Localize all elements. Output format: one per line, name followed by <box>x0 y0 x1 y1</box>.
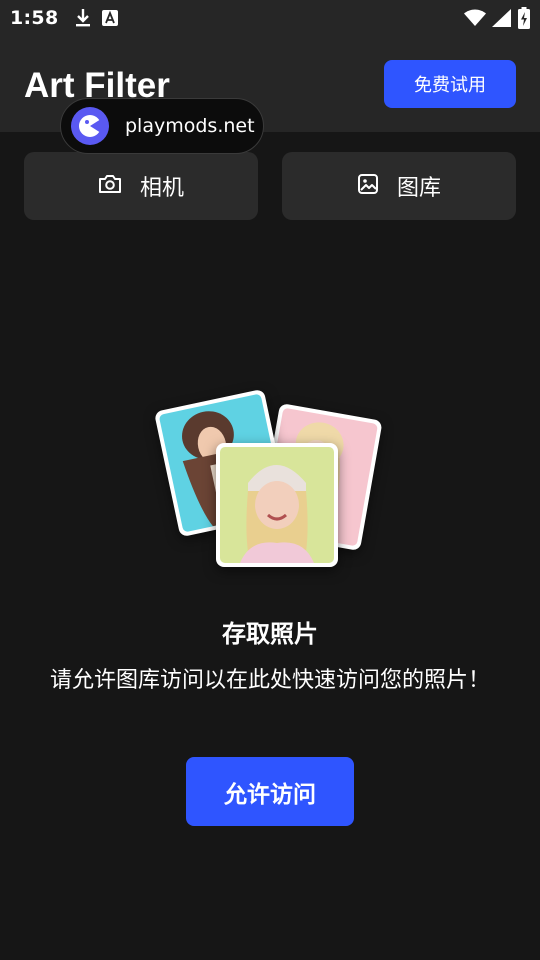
camera-button[interactable]: 相机 <box>24 152 258 220</box>
status-notification-icons <box>74 8 119 28</box>
image-icon <box>357 173 379 199</box>
watermark-text: playmods.net <box>125 115 255 137</box>
permission-title: 存取照片 <box>222 620 318 648</box>
battery-charging-icon <box>518 7 530 29</box>
camera-label: 相机 <box>139 176 184 201</box>
wifi-icon <box>464 9 486 27</box>
status-system-icons <box>464 7 530 29</box>
font-a-icon <box>102 10 119 26</box>
gallery-label: 图库 <box>396 176 441 201</box>
app-screen: 1:58 Art Filter 免费试用 playmods.net 相机 图库 … <box>0 0 540 960</box>
status-bar: 1:58 <box>0 0 540 36</box>
photos-illustration <box>150 385 390 575</box>
camera-icon <box>98 173 122 199</box>
watermark-badge: playmods.net <box>60 98 264 154</box>
signal-icon <box>492 9 512 27</box>
gallery-button[interactable]: 图库 <box>282 152 516 220</box>
photo-card-green <box>216 443 338 567</box>
allow-access-button[interactable]: 允许访问 <box>186 757 354 826</box>
playmods-logo-icon <box>71 107 109 145</box>
status-time: 1:58 <box>10 7 59 29</box>
free-trial-button[interactable]: 免费试用 <box>384 60 516 108</box>
download-icon <box>74 8 92 28</box>
permission-description: 请允许图库访问以在此处快速访问您的照片！ <box>50 668 491 693</box>
